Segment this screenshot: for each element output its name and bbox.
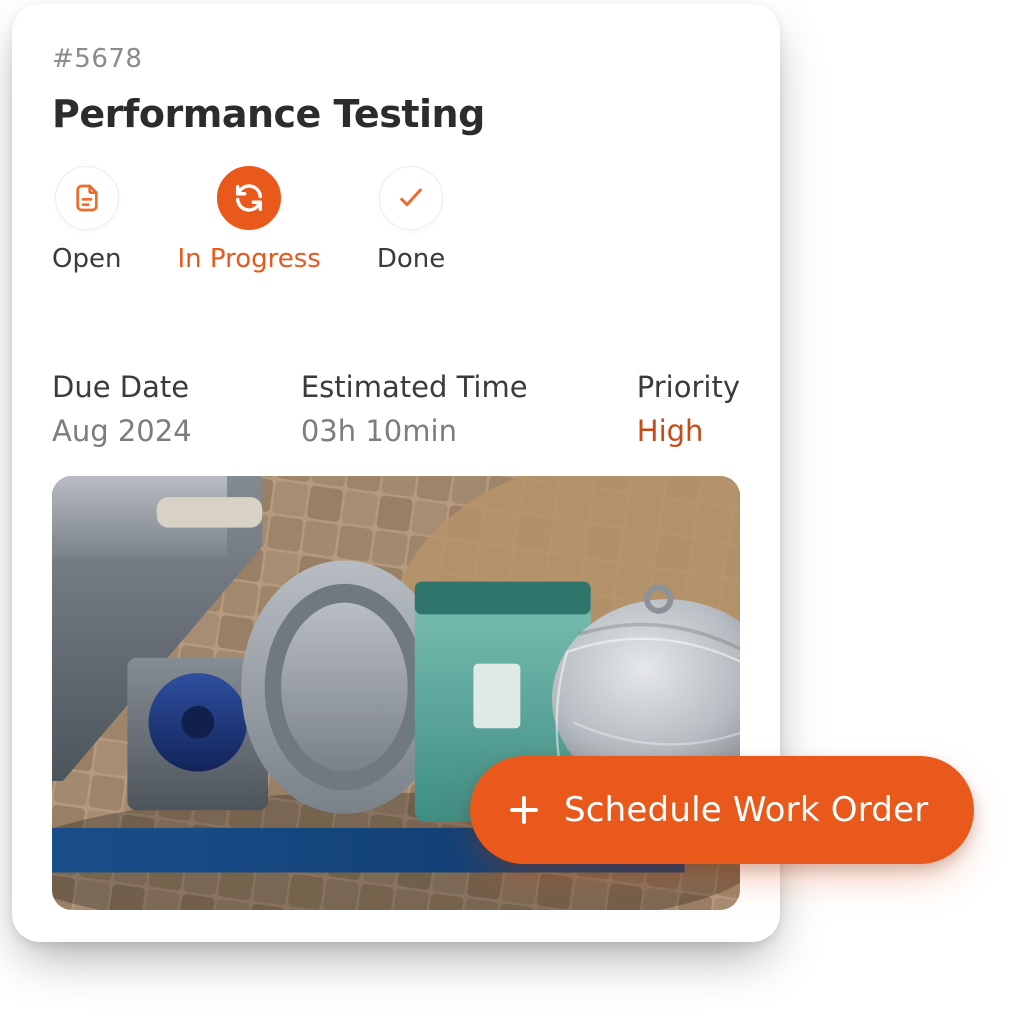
status-row: Open In Progress Done bbox=[52, 166, 740, 274]
status-open[interactable]: Open bbox=[52, 166, 121, 274]
due-date-label: Due Date bbox=[52, 370, 192, 404]
status-open-label: Open bbox=[52, 244, 121, 274]
priority-label: Priority bbox=[637, 370, 740, 404]
status-done-label: Done bbox=[377, 244, 445, 274]
due-date-value: Aug 2024 bbox=[52, 414, 192, 448]
refresh-icon bbox=[217, 166, 281, 230]
estimated-time-value: 03h 10min bbox=[301, 414, 528, 448]
status-in-progress[interactable]: In Progress bbox=[177, 166, 320, 274]
schedule-work-order-label: Schedule Work Order bbox=[564, 790, 928, 830]
estimated-time-label: Estimated Time bbox=[301, 370, 528, 404]
plus-icon bbox=[506, 792, 542, 828]
document-icon bbox=[55, 166, 119, 230]
schedule-work-order-button[interactable]: Schedule Work Order bbox=[470, 756, 974, 864]
work-order-id: #5678 bbox=[52, 44, 740, 74]
priority-value: High bbox=[637, 414, 740, 448]
work-order-title: Performance Testing bbox=[52, 92, 740, 136]
status-done[interactable]: Done bbox=[377, 166, 445, 274]
priority: Priority High bbox=[637, 370, 740, 448]
estimated-time: Estimated Time 03h 10min bbox=[301, 370, 528, 448]
meta-row: Due Date Aug 2024 Estimated Time 03h 10m… bbox=[52, 370, 740, 448]
status-in-progress-label: In Progress bbox=[177, 244, 320, 274]
check-icon bbox=[379, 166, 443, 230]
due-date: Due Date Aug 2024 bbox=[52, 370, 192, 448]
